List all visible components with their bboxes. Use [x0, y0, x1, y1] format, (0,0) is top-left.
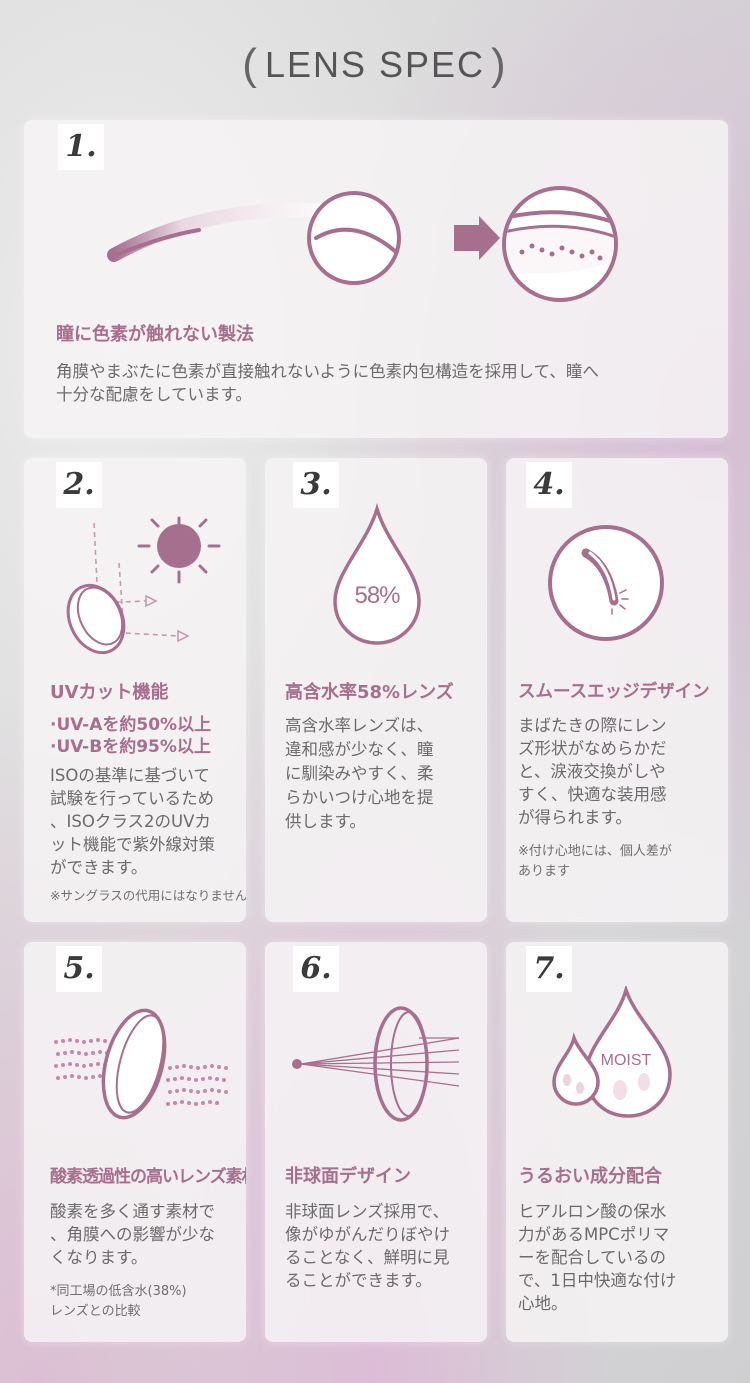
spec-card-6: 6. 非球面デザイン 非球面レンズ採用で、 像がゆがんだりぼやけ ることなく、鮮… — [265, 942, 487, 1342]
oxygen-lens-icon — [54, 1008, 228, 1120]
uv-highlights: ·UV-Aを約50%以上 ·UV-Bを約95%以上 — [50, 715, 212, 757]
card-body: 高含水率レンズは、 違和感が少なく、瞳 に馴染みやすく、柔 らかいつけ心地を提 … — [285, 716, 434, 831]
card-heading: 非球面デザイン — [285, 1166, 411, 1187]
card-body: まばたきの際にレン ズ形状がなめらかだ と、涙液交換がしや すく、快適な装用感 … — [518, 716, 667, 827]
spec-card-7: 7. MOIST うるおい成分配合 ヒアルロン酸の保水 力があるMPCポリマ ー… — [506, 942, 728, 1342]
spec-card-4: 4. スムースエッジデザイン まばたきの際にレン ズ形状がなめらかだ と、涙液交… — [506, 458, 728, 922]
lens-cross-section-icon — [107, 186, 618, 302]
card-heading: スムースエッジデザイン — [518, 682, 710, 702]
card-heading: 高含水率58%レンズ — [285, 682, 454, 703]
card-body: ISOの基準に基づいて 試験を行っているため 、ISOクラス2のUVカ ット機能… — [50, 766, 215, 877]
drop-label: 58% — [354, 582, 400, 609]
card-heading: 瞳に色素が触れない製法 — [56, 324, 254, 345]
spec-card-5: 5. 酸素透過性の高いレンズ素材 酸素を多く通す素材で 、角膜への影響が少な く… — [24, 942, 246, 1342]
water-drop-icon — [333, 503, 421, 645]
card-heading: うるおい成分配合 — [518, 1166, 662, 1187]
card-heading: 酸素透過性の高いレンズ素材 — [50, 1167, 246, 1187]
card-number: 1. — [58, 124, 104, 170]
card-note: *同工場の低含水(38%) レンズとの比較 — [50, 1284, 187, 1319]
smooth-edge-icon — [548, 525, 664, 641]
spec-card-1: 1. 瞳に色素が触れない製法 角膜やまぶたに色素が直接触れないように色素内包構造… — [24, 120, 728, 438]
card-body: 酸素を多く通す素材で 、角膜への影響が少な くなります。 — [50, 1202, 215, 1267]
card-number: 5. — [56, 946, 102, 992]
card-body: 角膜やまぶたに色素が直接触れないように色素内包構造を採用して、瞳へ 十分な配慮を… — [56, 362, 599, 404]
card-body: 非球面レンズ採用で、 像がゆがんだりぼやけ ることなく、鮮明に見 ることができま… — [285, 1202, 450, 1290]
card-heading: UVカット機能 — [50, 682, 169, 703]
spec-card-3: 3. 58% 高含水率58%レンズ 高含水率レンズは、 違和感が少なく、瞳 に馴… — [265, 458, 487, 922]
card-number: 3. — [293, 462, 339, 508]
card-number: 2. — [56, 462, 102, 508]
sun-uv-icon — [66, 516, 221, 655]
page-title: (LENS SPEC) — [242, 40, 508, 89]
spec-card-2: 2. UVカット機能 ·UV-Aを約50%以上 ·UV-Bを約95%以上 ISO… — [24, 458, 246, 922]
drop-label: MOIST — [600, 1052, 652, 1069]
card-number: 6. — [293, 946, 339, 992]
card-body: ヒアルロン酸の保水 力があるMPCポリマ ーを配合しているの で、1日中快適な付… — [518, 1202, 677, 1313]
aspheric-lens-icon — [292, 1006, 460, 1122]
card-number: 4. — [526, 462, 572, 508]
card-note: ※サングラスの代用にはなりません — [50, 888, 246, 903]
card-note: ※付け心地には、個人差が あります — [518, 844, 672, 879]
